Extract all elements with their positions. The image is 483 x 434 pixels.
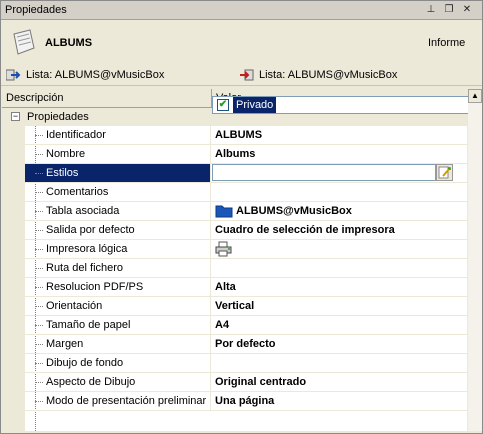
- close-icon[interactable]: ✕: [460, 3, 474, 17]
- property-row[interactable]: Resolucion PDF/PS Alta: [25, 278, 467, 297]
- property-name: Ruta del fichero: [25, 259, 211, 277]
- printer-icon: [215, 241, 232, 257]
- report-icon: [13, 29, 35, 55]
- property-value: ALBUMS: [215, 129, 263, 141]
- lista-left[interactable]: Lista: ALBUMS@vMusicBox: [6, 68, 164, 82]
- property-name: Margen: [25, 335, 211, 353]
- property-value: Vertical: [215, 300, 255, 312]
- property-value: Por defecto: [215, 338, 276, 350]
- tabla-asociada-value: ALBUMS@vMusicBox: [236, 205, 352, 217]
- source-arrow-icon: [6, 69, 21, 81]
- property-value: [212, 354, 467, 372]
- scroll-up-icon[interactable]: ▲: [468, 89, 482, 103]
- title-bar: Propiedades ⊥ ❐ ✕: [1, 1, 482, 20]
- property-name: Impresora lógica: [25, 240, 211, 258]
- property-name: Nombre: [25, 145, 211, 163]
- property-row[interactable]: Impresora lógica: [25, 240, 467, 259]
- property-row[interactable]: Dibujo de fondo: [25, 354, 467, 373]
- estilos-dropdown: ✔ Privado: [212, 96, 470, 114]
- property-row-selected[interactable]: Estilos: [25, 164, 467, 183]
- lista-right[interactable]: Lista: ALBUMS@vMusicBox: [239, 68, 397, 82]
- object-type-label: Informe: [428, 37, 466, 49]
- property-row[interactable]: Orientación Vertical: [25, 297, 467, 316]
- property-name: Resolucion PDF/PS: [25, 278, 211, 296]
- properties-window: Propiedades ⊥ ❐ ✕ ALBUMS Informe Lista: …: [0, 0, 483, 434]
- property-row[interactable]: Tamaño de papel A4: [25, 316, 467, 335]
- lista-bar: Lista: ALBUMS@vMusicBox Lista: ALBUMS@vM…: [1, 65, 482, 86]
- property-row[interactable]: Tabla asociada ALBUMS@vMusicBox: [25, 202, 467, 221]
- property-name: Identificador: [25, 126, 211, 144]
- property-name: Comentarios: [25, 183, 211, 201]
- object-name: ALBUMS: [45, 37, 93, 49]
- edit-pencil-button[interactable]: [436, 164, 453, 181]
- property-grid: Descripción Valor − Propiedades Identifi…: [2, 89, 467, 431]
- property-value: Alta: [215, 281, 236, 293]
- vertical-scrollbar[interactable]: ▲: [468, 89, 482, 431]
- property-name: Tabla asociada: [25, 202, 211, 220]
- object-header: ALBUMS Informe: [1, 20, 482, 65]
- property-name: Modo de presentación preliminar: [25, 392, 211, 410]
- property-row[interactable]: Comentarios: [25, 183, 467, 202]
- collapse-icon[interactable]: −: [11, 112, 20, 121]
- window-title: Propiedades: [5, 4, 67, 16]
- property-name: Estilos: [25, 164, 211, 182]
- property-value: [212, 259, 467, 277]
- lista-right-label: Lista: ALBUMS@vMusicBox: [259, 68, 398, 81]
- property-value: [212, 240, 467, 258]
- estilos-edit-field[interactable]: [212, 164, 436, 181]
- grid-gutter: [2, 126, 25, 431]
- property-row[interactable]: Margen Por defecto: [25, 335, 467, 354]
- folder-icon: [215, 205, 233, 218]
- property-row[interactable]: Aspecto de Dibujo Original centrado: [25, 373, 467, 392]
- property-name: Dibujo de fondo: [25, 354, 211, 372]
- restore-icon[interactable]: ❐: [442, 3, 456, 17]
- property-name: Tamaño de papel: [25, 316, 211, 334]
- property-value: Una página: [215, 395, 275, 407]
- property-row[interactable]: Salida por defecto Cuadro de selección d…: [25, 221, 467, 240]
- property-name: Aspecto de Dibujo: [25, 373, 211, 391]
- property-value: Cuadro de selección de impresora: [215, 224, 395, 236]
- property-row[interactable]: Modo de presentación preliminar Una pági…: [25, 392, 467, 411]
- column-name[interactable]: Descripción: [2, 89, 212, 107]
- property-name: Salida por defecto: [25, 221, 211, 239]
- property-value: A4: [215, 319, 230, 331]
- pencil-icon: [438, 166, 451, 179]
- lista-left-label: Lista: ALBUMS@vMusicBox: [26, 68, 165, 81]
- property-value: Albums: [215, 148, 256, 160]
- pin-icon[interactable]: ⊥: [424, 3, 438, 17]
- property-row[interactable]: Identificador ALBUMS: [25, 126, 467, 145]
- property-name: Orientación: [25, 297, 211, 315]
- property-value: ALBUMS@vMusicBox: [212, 202, 467, 220]
- target-arrow-icon: [240, 69, 254, 81]
- privado-checkbox[interactable]: ✔: [217, 99, 229, 111]
- category-label: Propiedades: [27, 111, 89, 123]
- privado-option[interactable]: Privado: [233, 97, 277, 113]
- property-value: [212, 183, 467, 201]
- property-value: Original centrado: [215, 376, 307, 388]
- property-row[interactable]: Ruta del fichero: [25, 259, 467, 278]
- property-row[interactable]: Nombre Albums: [25, 145, 467, 164]
